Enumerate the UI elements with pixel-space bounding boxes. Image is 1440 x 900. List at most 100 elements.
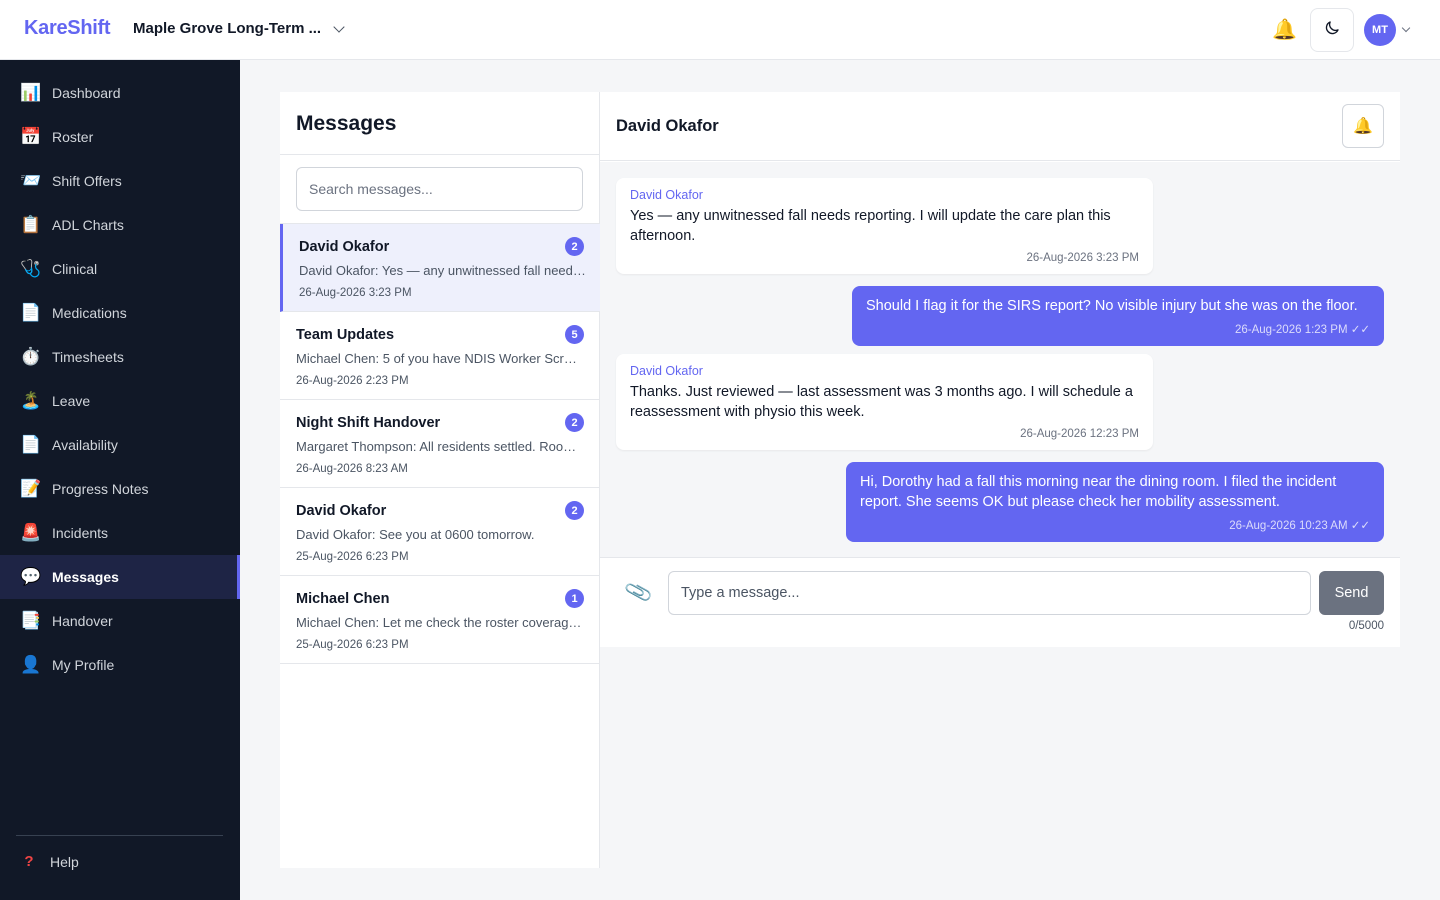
avatar-chevron-down-icon[interactable]: [1401, 23, 1411, 33]
send-button[interactable]: Send: [1319, 571, 1384, 615]
unread-badge: 2: [565, 501, 584, 520]
conversation-preview: David Okafor: Yes — any unwitnessed fall…: [299, 263, 586, 278]
sidebar-item-adl-charts[interactable]: 📋 ADL Charts: [0, 203, 240, 247]
moon-icon: [1323, 19, 1341, 42]
theme-toggle-button[interactable]: [1310, 8, 1354, 52]
medications-icon: 📄: [20, 303, 42, 322]
mute-notifications-button[interactable]: 🔔: [1342, 104, 1384, 148]
help-label: Help: [50, 853, 79, 870]
sidebar-item-messages[interactable]: 💬 Messages: [0, 555, 240, 599]
sidebar-item-label: Roster: [52, 129, 94, 145]
conversation-timestamp: 26-Aug-2026 3:23 PM: [299, 287, 412, 299]
handover-icon: 📑: [20, 611, 42, 630]
timesheets-icon: ⏱️: [20, 347, 42, 366]
sidebar-item-label: ADL Charts: [52, 217, 124, 233]
conversation-item[interactable]: Team Updates 5 Michael Chen: 5 of you have…: [280, 312, 600, 400]
sidebar-item-label: Medications: [52, 305, 127, 321]
conversation-list-panel: Messages David Okafor 2 David Okafor: Yes …: [280, 92, 600, 868]
preview-sender: Michael Chen:: [296, 615, 380, 630]
sidebar-item-incidents[interactable]: 🚨 Incidents: [0, 511, 240, 555]
incoming-message: David Okafor Thanks. Just reviewed — last…: [616, 354, 1153, 450]
facility-selector[interactable]: Maple Grove Long-Term ...: [133, 20, 345, 37]
unread-badge: 2: [565, 413, 584, 432]
preview-sender: Michael Chen:: [296, 351, 380, 366]
sidebar-item-clinical[interactable]: 🩺 Clinical: [0, 247, 240, 291]
leave-icon: 🏝️: [20, 391, 42, 410]
character-counter: 0/5000: [1348, 620, 1384, 632]
sidebar-item-label: Messages: [52, 569, 119, 585]
sidebar-item-leave[interactable]: 🏝️ Leave: [0, 379, 240, 423]
sidebar-item-timesheets[interactable]: ⏱️ Timesheets: [0, 335, 240, 379]
adl-charts-icon: 📋: [20, 215, 42, 234]
top-bar: KareShift Maple Grove Long-Term ... 🔔 MT: [0, 0, 1440, 60]
outgoing-message: Hi, Dorothy had a fall this morning near…: [846, 462, 1384, 542]
message-timestamp: 26-Aug-2026 3:23 PM: [1026, 252, 1139, 264]
my-profile-icon: 👤: [20, 655, 42, 674]
unread-badge: 1: [565, 589, 584, 608]
notifications-bell-icon[interactable]: 🔔: [1272, 17, 1297, 42]
message-thread: David Okafor Yes — any unwitnessed fall n…: [600, 162, 1400, 557]
help-link[interactable]: ? Help: [20, 853, 79, 870]
page-title: Messages: [296, 112, 397, 135]
sidebar-item-label: Availability: [52, 437, 118, 453]
chat-panel: David Okafor 🔔 David Okafor Yes — any unw…: [600, 92, 1400, 647]
brand-logo[interactable]: KareShift: [24, 17, 111, 40]
conversation-name: Michael Chen: [296, 591, 390, 607]
conversation-item[interactable]: Michael Chen 1 Michael Chen: Let me check …: [280, 576, 600, 664]
sidebar-item-label: My Profile: [52, 657, 115, 673]
chat-header: David Okafor 🔔: [600, 92, 1400, 161]
preview-sender: Margaret Thompson:: [296, 439, 417, 454]
message-text: Thanks. Just reviewed — last assessment …: [630, 384, 1133, 420]
conversation-item[interactable]: Night Shift Handover 2 Margaret Thompson: …: [280, 400, 600, 488]
sidebar: 📊 Dashboard 📅 Roster 📨 Shift Offers 📋 ADL Chart…: [0, 60, 240, 900]
sidebar-item-progress-notes[interactable]: 📝 Progress Notes: [0, 467, 240, 511]
sidebar-item-label: Timesheets: [52, 349, 124, 365]
message-text: Yes — any unwitnessed fall needs reporti…: [630, 208, 1111, 244]
sidebar-item-label: Dashboard: [52, 85, 121, 101]
sidebar-divider: [16, 835, 223, 836]
incoming-message: David Okafor Yes — any unwitnessed fall n…: [616, 178, 1153, 274]
bell-icon: 🔔: [1353, 118, 1373, 135]
conversation-name: Team Updates: [296, 327, 395, 343]
sidebar-item-label: Leave: [52, 393, 91, 409]
sidebar-item-availability[interactable]: 📄 Availability: [0, 423, 240, 467]
preview-text: 5 of you have NDIS Worker Screening chec…: [382, 351, 583, 366]
availability-icon: 📄: [20, 435, 42, 454]
preview-sender: David Okafor:: [296, 527, 376, 542]
sidebar-item-handover[interactable]: 📑 Handover: [0, 599, 240, 643]
conversation-timestamp: 25-Aug-2026 6:23 PM: [296, 551, 409, 563]
sidebar-item-medications[interactable]: 📄 Medications: [0, 291, 240, 335]
search-input[interactable]: [296, 167, 583, 211]
facility-name: Maple Grove Long-Term ...: [133, 20, 322, 37]
sidebar-item-dashboard[interactable]: 📊 Dashboard: [0, 71, 240, 115]
chevron-down-icon: [333, 20, 345, 33]
divider: [280, 154, 600, 155]
help-icon: ?: [24, 853, 34, 870]
conversation-preview: Michael Chen: Let me check the roster co…: [296, 615, 583, 630]
roster-icon: 📅: [20, 127, 42, 146]
progress-notes-icon: 📝: [20, 479, 42, 498]
sidebar-item-label: Clinical: [52, 261, 98, 277]
clinical-icon: 🩺: [20, 259, 42, 278]
messages-icon: 💬: [20, 567, 42, 586]
paperclip-icon[interactable]: 📎: [622, 576, 654, 608]
preview-text: All residents settled. Room 12 had a res…: [419, 439, 583, 454]
preview-sender: David Okafor:: [299, 263, 379, 278]
conversation-item[interactable]: David Okafor 2 David Okafor: Yes — any unw…: [280, 224, 600, 312]
message-timestamp: 26-Aug-2026 12:23 PM: [1020, 428, 1139, 440]
sidebar-item-label: Shift Offers: [52, 173, 122, 189]
message-sender: David Okafor: [630, 188, 703, 202]
conversation-preview: Michael Chen: 5 of you have NDIS Worker …: [296, 351, 583, 366]
avatar[interactable]: MT: [1364, 14, 1396, 46]
sidebar-item-roster[interactable]: 📅 Roster: [0, 115, 240, 159]
conversation-item[interactable]: David Okafor 2 David Okafor: See you at 06…: [280, 488, 600, 576]
sidebar-item-label: Incidents: [52, 525, 109, 541]
sidebar-item-shift-offers[interactable]: 📨 Shift Offers: [0, 159, 240, 203]
sidebar-item-my-profile[interactable]: 👤 My Profile: [0, 643, 240, 687]
conversation-name: David Okafor: [296, 503, 387, 519]
sidebar-item-label: Progress Notes: [52, 481, 149, 497]
unread-badge: 5: [565, 325, 584, 344]
conversation-name: David Okafor: [299, 239, 390, 255]
shift-offers-icon: 📨: [20, 171, 42, 190]
message-input[interactable]: [668, 571, 1311, 615]
